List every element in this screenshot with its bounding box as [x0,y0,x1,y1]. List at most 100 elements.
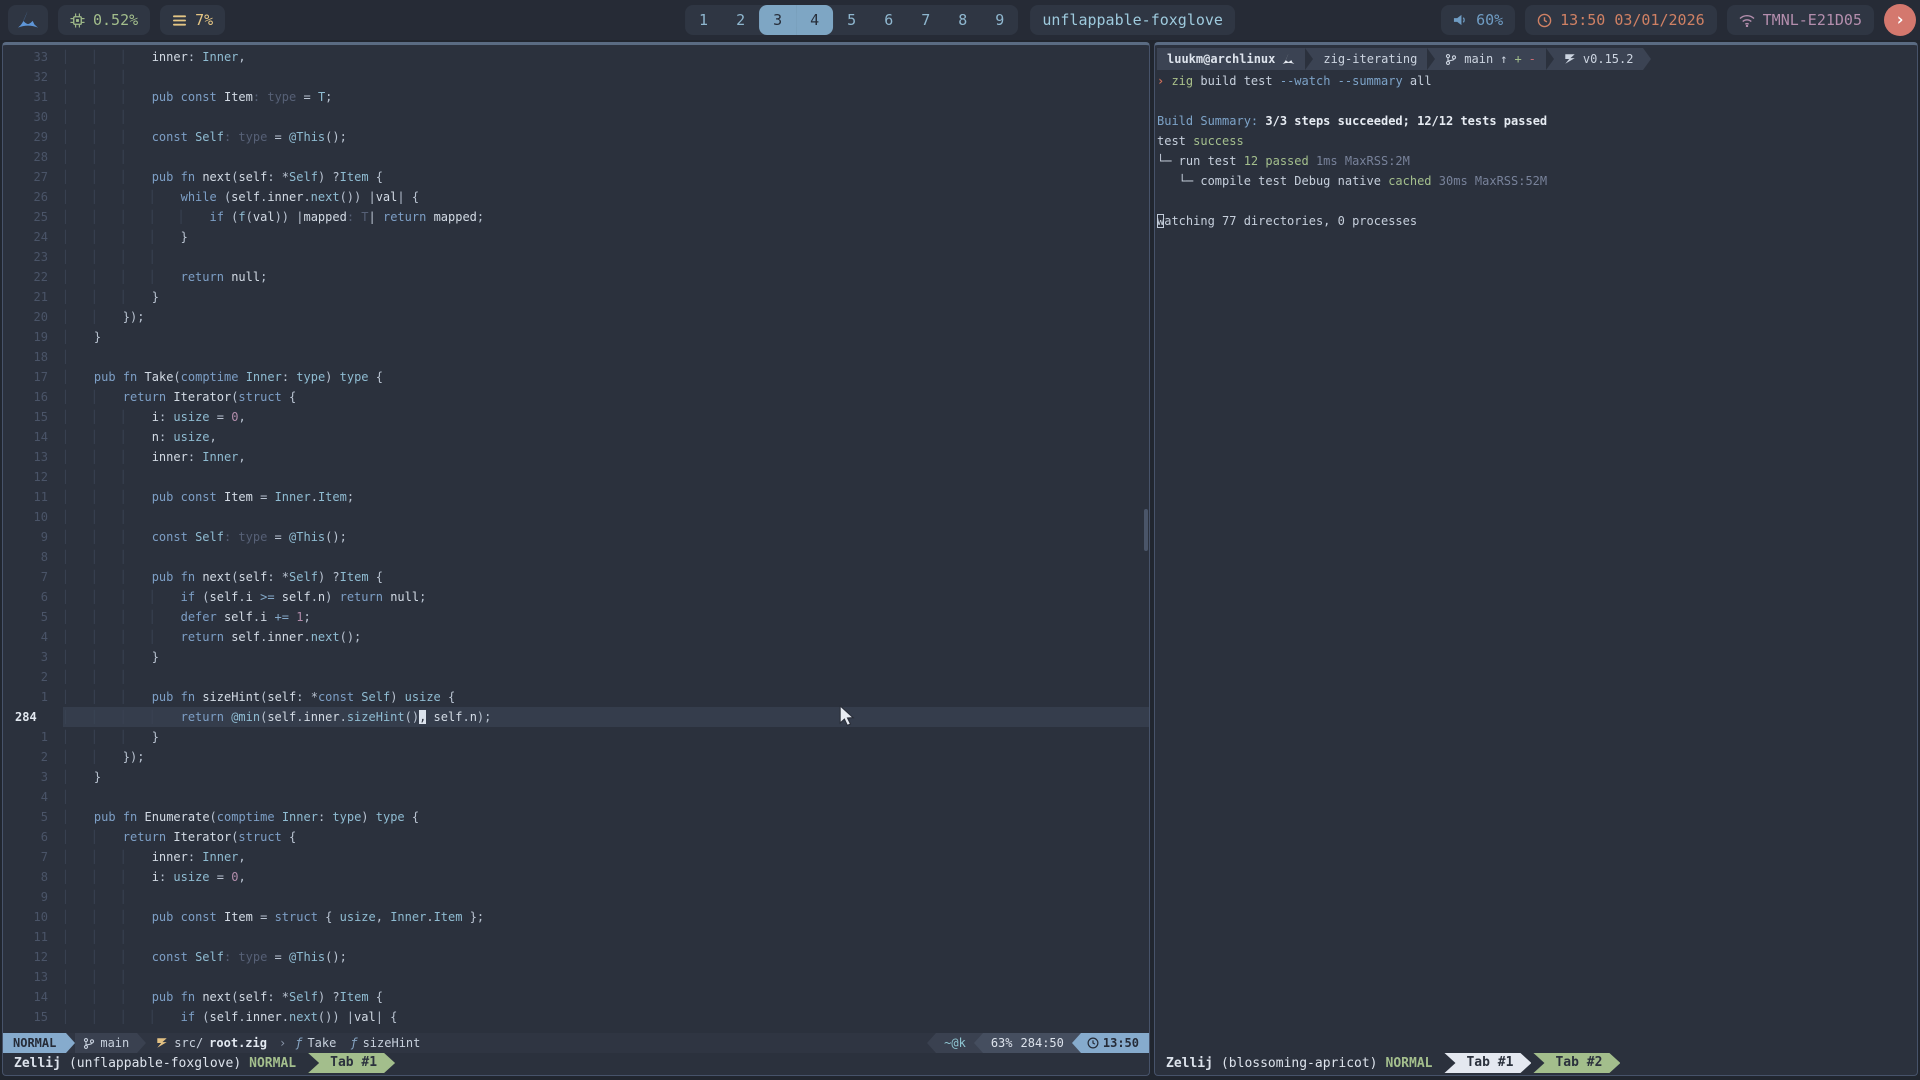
code-line[interactable]: 2▏ ▏ }); [3,747,1149,767]
code-line[interactable]: 19▏ } [3,327,1149,347]
prompt-user-host: luukm@archlinux [1157,48,1305,70]
code-line[interactable]: 29▏ ▏ ▏ const Self: type = @This(); [3,127,1149,147]
workspace-tab-2[interactable]: 2 [722,5,759,35]
code-line[interactable]: 12▏ ▏ ▏ const Self: type = @This(); [3,947,1149,967]
code-line[interactable]: 30▏ ▏ ▏ [3,107,1149,127]
code-token: const [318,690,354,704]
cpu-badge[interactable]: 0.52% [58,5,150,35]
code-line-cursor[interactable]: 284▏ ▏ ▏ ▏ return @min(self.inner.sizeHi… [3,707,1149,727]
code-token [116,370,123,384]
code-line[interactable]: 6▏ ▏ return Iterator(struct { [3,827,1149,847]
code-line[interactable]: 13▏ ▏ ▏ [3,967,1149,987]
code-line[interactable]: 5▏ pub fn Enumerate(comptime Inner: type… [3,807,1149,827]
code-token: @This [289,950,325,964]
line-number: 21 [3,287,63,307]
code-line[interactable]: 13▏ ▏ ▏ inner: Inner, [3,447,1149,467]
code-line[interactable]: 7▏ ▏ ▏ inner: Inner, [3,847,1149,867]
code-text: ▏ ▏ ▏ [63,107,1149,127]
zellij-tab[interactable]: Tab #2 [1533,1053,1620,1073]
code-line[interactable]: 6▏ ▏ ▏ ▏ if (self.i >= self.n) return nu… [3,587,1149,607]
line-number: 1 [3,727,63,747]
code-line[interactable]: 14▏ ▏ ▏ pub fn next(self: *Self) ?Item { [3,987,1149,1007]
code-line[interactable]: 32▏ ▏ ▏ [3,67,1149,87]
workspace-tab-4[interactable]: 4 [796,5,833,35]
code-token [217,490,224,504]
code-line[interactable]: 8▏ ▏ ▏ i: usize = 0, [3,867,1149,887]
clock-badge[interactable]: 13:50 03/01/2026 [1525,5,1717,35]
code-token: next [289,1010,318,1024]
code-line[interactable]: 15▏ ▏ ▏ ▏ if (self.inner.next()) |val| { [3,1007,1149,1027]
code-line[interactable]: 31▏ ▏ ▏ pub const Item: type = T; [3,87,1149,107]
code-line[interactable]: 17▏ pub fn Take(comptime Inner: type) ty… [3,367,1149,387]
code-line[interactable]: 10▏ ▏ ▏ [3,507,1149,527]
code-line[interactable]: 26▏ ▏ ▏ ▏ while (self.inner.next()) |val… [3,187,1149,207]
workspace-tab-7[interactable]: 7 [907,5,944,35]
code-token: ▏ ▏ ▏ ▏ [65,630,181,644]
wifi-badge[interactable]: TMNL-E21D05 [1727,5,1874,35]
zellij-tab[interactable]: Tab #1 [308,1053,395,1073]
code-line[interactable]: 3▏ } [3,767,1149,787]
code-line[interactable]: 15▏ ▏ ▏ i: usize = 0, [3,407,1149,427]
code-line[interactable]: 27▏ ▏ ▏ pub fn next(self: *Self) ?Item { [3,167,1149,187]
workspace-tab-5[interactable]: 5 [833,5,870,35]
workspace-tab-8[interactable]: 8 [944,5,981,35]
code-line[interactable]: 1▏ ▏ ▏ pub fn sizeHint(self: *const Self… [3,687,1149,707]
code-line[interactable]: 11▏ ▏ ▏ pub const Item = Inner.Item; [3,487,1149,507]
code-line[interactable]: 24▏ ▏ ▏ ▏ } [3,227,1149,247]
line-number: 11 [3,927,63,947]
arch-logo[interactable] [8,5,48,35]
zellij-tab[interactable]: Tab #1 [1444,1053,1531,1073]
code-text: ▏ ▏ }); [63,747,1149,767]
code-line[interactable]: 22▏ ▏ ▏ ▏ return null; [3,267,1149,287]
code-line[interactable]: 4▏ [3,787,1149,807]
volume-badge[interactable]: 60% [1441,5,1515,35]
code-line[interactable]: 4▏ ▏ ▏ ▏ return self.inner.next(); [3,627,1149,647]
terminal-output[interactable]: luukm@archlinux zig-iterating [1155,45,1917,1053]
code-line[interactable]: 25▏ ▏ ▏ ▏ ▏ if (f(val)) |mapped: T| retu… [3,207,1149,227]
code-line[interactable]: 12▏ ▏ ▏ [3,467,1149,487]
code-token: : [188,450,202,464]
code-line[interactable]: 10▏ ▏ ▏ pub const Item = struct { usize,… [3,907,1149,927]
code-editor[interactable]: 33▏ ▏ ▏ inner: Inner,32▏ ▏ ▏ 31▏ ▏ ▏ pub… [3,45,1149,1033]
git-branch-name: main [1464,48,1493,70]
workspace-tab-9[interactable]: 9 [981,5,1018,35]
code-token: ▏ ▏ ▏ [65,890,152,904]
code-line[interactable]: 9▏ ▏ ▏ const Self: type = @This(); [3,527,1149,547]
code-line[interactable]: 20▏ ▏ }); [3,307,1149,327]
workspace-tab-6[interactable]: 6 [870,5,907,35]
code-line[interactable]: 23▏ ▏ ▏ ▏ [3,247,1149,267]
code-line[interactable]: 9▏ ▏ ▏ [3,887,1149,907]
code-line[interactable]: 16▏ ▏ return Iterator(struct { [3,387,1149,407]
code-token: Item [434,910,463,924]
workspace-tab-3[interactable]: 3 [759,5,796,35]
session-name-badge[interactable]: unflappable-foxglove [1030,5,1235,35]
zellij-mode: NORMAL [1386,1056,1433,1071]
code-line[interactable]: 7▏ ▏ ▏ pub fn next(self: *Self) ?Item { [3,567,1149,587]
code-line[interactable]: 3▏ ▏ ▏ } [3,647,1149,667]
code-token: const [152,950,188,964]
breadcrumb-function[interactable]: ƒ Take [288,1033,343,1053]
power-button[interactable]: › [1884,4,1916,36]
breadcrumb-function[interactable]: ƒ sizeHint [343,1033,427,1053]
code-token: >= [253,590,282,604]
code-line[interactable]: 14▏ ▏ ▏ n: usize, [3,427,1149,447]
code-token: Inner [275,490,311,504]
code-token: ) ? [318,990,340,1004]
code-line[interactable]: 33▏ ▏ ▏ inner: Inner, [3,47,1149,67]
code-text: ▏ [63,787,1149,807]
code-line[interactable]: 18▏ [3,347,1149,367]
code-line[interactable]: 2▏ ▏ ▏ [3,667,1149,687]
code-token: (); [325,130,347,144]
code-line[interactable]: 8▏ ▏ ▏ [3,547,1149,567]
code-line[interactable]: 1▏ ▏ ▏ } [3,727,1149,747]
code-line[interactable]: 21▏ ▏ ▏ } [3,287,1149,307]
statusline-spacer [427,1033,927,1053]
code-token: ; [347,490,354,504]
memory-badge[interactable]: 7% [160,5,225,35]
code-line[interactable]: 11▏ ▏ ▏ [3,927,1149,947]
editor-scrollbar-thumb[interactable] [1144,509,1148,551]
code-token: ▏ ▏ [65,830,123,844]
code-line[interactable]: 5▏ ▏ ▏ ▏ defer self.i += 1; [3,607,1149,627]
workspace-tab-1[interactable]: 1 [685,5,722,35]
code-line[interactable]: 28▏ ▏ ▏ [3,147,1149,167]
